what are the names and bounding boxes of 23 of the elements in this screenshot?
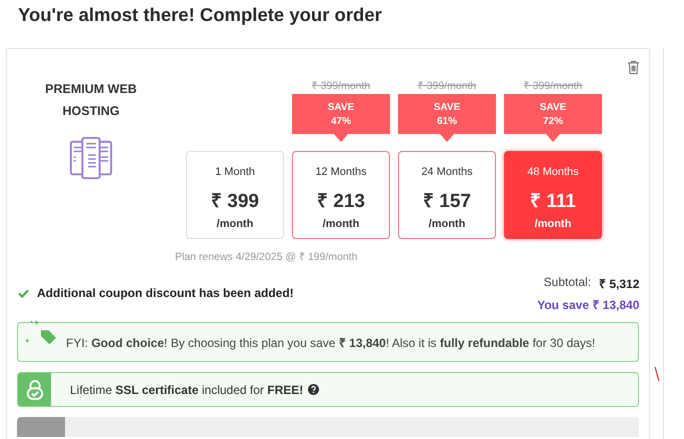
- subtotal-value: ₹ 5,312: [599, 276, 640, 292]
- product-name: PREMIUM WEB HOSTING: [44, 81, 138, 120]
- check-icon: [18, 288, 29, 298]
- coupon-message: Additional coupon discount has been added!: [37, 286, 294, 300]
- panel-thumbnail: [17, 417, 65, 437]
- plan-option[interactable]: 12 Months ₹ 213 /month: [292, 151, 390, 239]
- ssl-message: Lifetime SSL certificate included for FREE!: [70, 382, 304, 396]
- lock-icon: [26, 378, 44, 400]
- original-price: ₹ 399/month: [524, 79, 582, 92]
- server-icon: [67, 136, 115, 182]
- renewal-note: Plan renews 4/29/2025 @ ₹ 199/month: [175, 250, 358, 263]
- original-price: ₹ 399/month: [418, 79, 476, 92]
- savings-amount: You save ₹ 13,840: [537, 297, 640, 313]
- original-price: ₹ 399/month: [312, 79, 370, 92]
- stroke-mark: [654, 366, 660, 382]
- plan-option[interactable]: 24 Months ₹ 157 /month: [398, 151, 496, 239]
- plan-option[interactable]: 48 Months ₹ 111 /month: [504, 151, 602, 239]
- page-heading: You're almost there! Complete your order: [17, 3, 383, 27]
- plan-option[interactable]: 1 Month ₹ 399 /month: [186, 151, 284, 239]
- subtotal-label: Subtotal:: [544, 275, 592, 291]
- delete-icon[interactable]: [627, 60, 640, 75]
- help-icon[interactable]: [308, 384, 320, 395]
- info-message: FYI: Good choice! By choosing this plan you save ₹ 13,840! Also it is fully refundable for 30 days!: [66, 334, 596, 350]
